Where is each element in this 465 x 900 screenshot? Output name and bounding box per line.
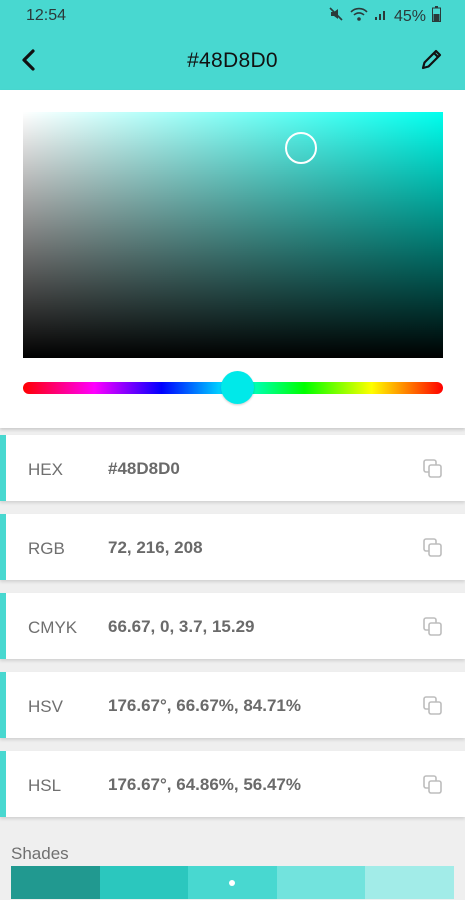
value-row-cmyk: CMYK 66.67, 0, 3.7, 15.29 xyxy=(0,593,465,659)
row-accent xyxy=(0,593,6,659)
copy-icon[interactable] xyxy=(423,617,443,637)
page-title: #48D8D0 xyxy=(187,49,278,72)
shades-label: Shades xyxy=(11,844,69,863)
value-text: 72, 216, 208 xyxy=(108,538,203,557)
shade-swatch[interactable] xyxy=(365,866,454,899)
shade-swatch[interactable] xyxy=(276,866,366,899)
value-label: HEX xyxy=(28,460,63,479)
copy-icon[interactable] xyxy=(423,459,443,479)
wifi-icon xyxy=(350,6,368,27)
value-text: 176.67°, 66.67%, 84.71% xyxy=(108,696,302,715)
hue-slider-thumb[interactable] xyxy=(221,371,254,404)
signal-icon xyxy=(374,7,388,26)
status-time: 12:54 xyxy=(26,7,67,24)
status-bar: 12:54 45% xyxy=(0,0,465,30)
row-accent xyxy=(0,435,6,501)
app-bar: #48D8D0 xyxy=(0,30,465,90)
value-row-hsv: HSV 176.67°, 66.67%, 84.71% xyxy=(0,672,465,738)
value-row-hsl: HSL 176.67°, 64.86%, 56.47% xyxy=(0,751,465,817)
shade-swatch[interactable] xyxy=(188,866,277,899)
battery-label: 45% xyxy=(393,7,426,25)
selected-dot xyxy=(229,879,236,886)
value-text: #48D8D0 xyxy=(108,459,180,478)
row-accent xyxy=(0,672,6,738)
hue-slider[interactable] xyxy=(23,371,443,404)
row-accent xyxy=(0,514,6,580)
row-accent xyxy=(0,751,6,817)
value-text: 176.67°, 64.86%, 56.47% xyxy=(108,775,302,794)
shade-swatch[interactable] xyxy=(11,866,100,899)
value-label: HSL xyxy=(28,776,62,795)
pencil-icon[interactable] xyxy=(419,46,445,72)
color-picker-card xyxy=(0,90,465,428)
value-row-hex: HEX #48D8D0 xyxy=(0,435,465,501)
shade-swatch[interactable] xyxy=(99,866,189,899)
shades-strip xyxy=(11,866,454,899)
value-label: CMYK xyxy=(28,618,78,637)
value-label: HSV xyxy=(28,697,63,716)
value-label: RGB xyxy=(28,539,65,558)
copy-icon[interactable] xyxy=(423,775,443,795)
mute-icon xyxy=(328,6,344,27)
value-row-rgb: RGB 72, 216, 208 xyxy=(0,514,465,580)
saturation-value-cursor[interactable] xyxy=(285,132,317,164)
copy-icon[interactable] xyxy=(423,538,443,558)
value-text: 66.67, 0, 3.7, 15.29 xyxy=(108,617,255,636)
copy-icon[interactable] xyxy=(423,696,443,716)
saturation-value-area[interactable] xyxy=(23,112,443,358)
battery-icon xyxy=(432,6,441,27)
